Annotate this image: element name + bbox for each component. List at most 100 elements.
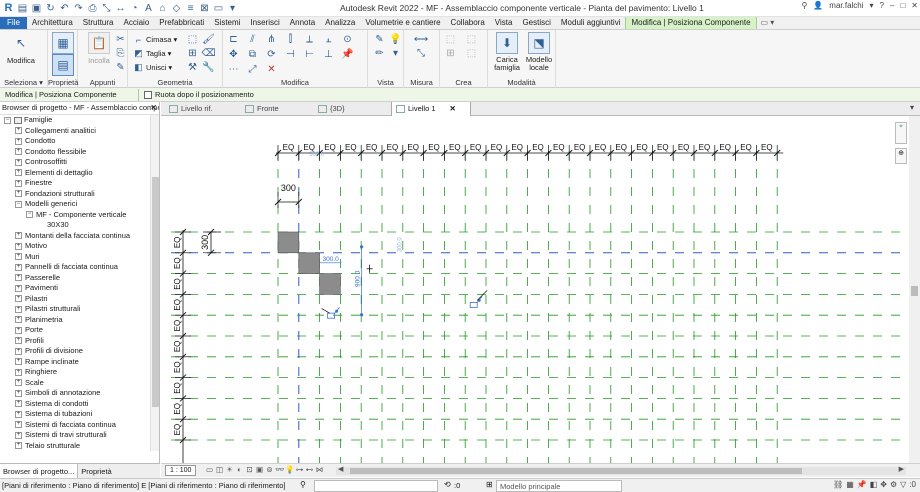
scroll-right-icon[interactable]: ▶ — [899, 465, 904, 473]
align-icon[interactable]: ⊏ — [227, 33, 240, 45]
tag-icon[interactable]: ◔ — [128, 1, 141, 15]
print-icon[interactable]: ⎙ — [86, 1, 99, 15]
tree-item[interactable]: + Profili di divisione — [0, 346, 150, 357]
tree-item[interactable]: + Simboli di annotazione — [0, 388, 150, 399]
tree-item[interactable]: + Sistemi di facciata continua — [0, 420, 150, 431]
tab-inserisci[interactable]: Inserisci — [245, 17, 284, 29]
constraints-icon[interactable]: ⋈ — [315, 465, 324, 475]
properties-palette-button[interactable]: ▤ — [52, 54, 74, 78]
tree-item[interactable]: + Finestre — [0, 178, 150, 189]
expand-icon[interactable]: + — [15, 127, 22, 135]
create-group-icon[interactable]: ⊞ — [444, 47, 457, 59]
tree-item[interactable]: 30X30 — [0, 220, 150, 231]
tab-analizza[interactable]: Analizza — [320, 17, 360, 29]
save-icon[interactable]: ▣ — [30, 1, 43, 15]
tree-item[interactable]: + Sistema di condotti — [0, 399, 150, 410]
mirror-axis-icon[interactable]: ⋔ — [265, 33, 278, 45]
mirror-draw-icon[interactable]: ⫿ — [284, 33, 297, 45]
cart-icon[interactable]: ▾ — [870, 1, 874, 10]
pin-icon[interactable]: 📌 — [341, 48, 354, 60]
tree-item[interactable]: + Sistemi di travi strutturali — [0, 430, 150, 441]
tree-item[interactable]: + Pilastri strutturali — [0, 304, 150, 315]
thin-lines-icon[interactable]: ≡ — [184, 1, 197, 15]
reveal-hidden-icon[interactable]: 💡 — [285, 465, 294, 475]
expand-icon[interactable]: + — [15, 169, 22, 177]
expand-icon[interactable]: + — [15, 347, 22, 355]
expand-icon[interactable]: + — [15, 379, 22, 387]
remove-paint-icon[interactable]: ⌫ — [201, 47, 215, 59]
create-assembly-icon[interactable]: ⬚ — [444, 33, 457, 45]
tab-modifica-posiziona-componente[interactable]: Modifica | Posiziona Componente — [625, 17, 757, 29]
scroll-left-icon[interactable]: ◀ — [338, 465, 343, 473]
tree-item[interactable]: + Sistema di tubazioni — [0, 409, 150, 420]
ribbon-options-icon[interactable]: ▭ ▾ — [757, 17, 779, 29]
tab-sistemi[interactable]: Sistemi — [209, 17, 245, 29]
undo-icon[interactable]: ↶ — [58, 1, 71, 15]
dimension-icon[interactable]: ↔ — [114, 1, 127, 15]
override-graphics-icon[interactable]: ✎ — [373, 33, 386, 45]
view-tab-livello-rif[interactable]: Livello rif. — [165, 102, 239, 116]
tab-acciaio[interactable]: Acciaio — [118, 17, 154, 29]
detail-level-icon[interactable]: ▭ — [205, 465, 214, 475]
design-option-icon[interactable]: ⊞ — [486, 480, 493, 489]
close-icon[interactable]: ✕ — [911, 1, 918, 10]
tree-item[interactable]: − MF - Componente verticale — [0, 210, 150, 221]
cut-geometry-button[interactable]: ◩ Taglia ▾ — [133, 48, 171, 59]
tab-architettura[interactable]: Architettura — [27, 17, 78, 29]
canvas-horizontal-scrollbar[interactable]: ◀ ▶ — [336, 465, 906, 475]
design-option-dropdown[interactable]: Modello principale — [496, 480, 622, 492]
horizontal-scroll-thumb[interactable] — [350, 468, 802, 474]
expand-icon[interactable]: + — [15, 274, 22, 282]
hide-icon[interactable]: 💡 — [389, 33, 402, 45]
expand-icon[interactable]: + — [15, 242, 22, 250]
expand-icon[interactable]: + — [15, 253, 22, 261]
tree-item[interactable]: + Collegamenti analitici — [0, 126, 150, 137]
browser-scrollbar[interactable] — [150, 115, 159, 451]
scale-icon[interactable]: ⤢ — [246, 63, 259, 75]
tree-item[interactable]: + Montanti della facciata continua — [0, 231, 150, 242]
join-button[interactable]: ◧ Unisci ▾ — [133, 62, 172, 73]
demolish-icon[interactable]: ⚒ — [186, 61, 199, 73]
tree-item[interactable]: + Fondazioni strutturali — [0, 189, 150, 200]
close-icon[interactable]: ✕ — [150, 102, 157, 114]
move-icon[interactable]: ✥ — [227, 48, 240, 60]
split-face-icon[interactable]: ⬚ — [186, 33, 199, 45]
checkbox-box[interactable] — [144, 90, 152, 99]
view-tab-livello-1[interactable]: Livello 1 ✕ — [391, 102, 471, 116]
select-links-icon[interactable]: ⛓ — [833, 480, 843, 489]
viewcube-icon[interactable]: ⌖ — [895, 122, 907, 144]
expand-icon[interactable]: + — [15, 158, 22, 166]
measure-icon[interactable]: ⤡ — [100, 1, 113, 15]
measure-between-icon[interactable]: ⟷ — [409, 33, 433, 45]
load-family-button[interactable]: ⬇ Carica famiglia — [491, 32, 523, 72]
tree-item[interactable]: + Elementi di dettaglio — [0, 168, 150, 179]
expand-icon[interactable]: + — [15, 442, 22, 450]
tree-item[interactable]: + Condotto flessibile — [0, 147, 150, 158]
analytical-model-icon[interactable]: ⊶ — [295, 465, 304, 475]
view-tab-3d[interactable]: {3D} — [314, 102, 390, 116]
paint-icon[interactable]: 🖌 — [202, 33, 215, 45]
split-gap-icon[interactable]: ⫠ — [322, 33, 335, 45]
collapse-icon[interactable]: − — [26, 211, 33, 219]
tree-item[interactable]: + Passerelle — [0, 273, 150, 284]
minimize-icon[interactable]: – — [890, 1, 894, 10]
restore-icon[interactable]: □ — [900, 1, 905, 10]
tab-volumetrie[interactable]: Volumetrie e cantiere — [360, 17, 445, 29]
expand-icon[interactable]: + — [15, 284, 22, 292]
vertical-scroll-thumb[interactable] — [911, 286, 918, 296]
tree-item[interactable]: + Motivo — [0, 241, 150, 252]
expand-icon[interactable]: + — [15, 368, 22, 376]
unpin-icon[interactable]: ⊙ — [341, 33, 354, 45]
expand-icon[interactable]: + — [15, 358, 22, 366]
tab-struttura[interactable]: Struttura — [78, 17, 119, 29]
expand-icon[interactable]: + — [15, 190, 22, 198]
split-icon[interactable]: ⟂ — [303, 33, 316, 45]
tree-item[interactable]: + Controsoffitti — [0, 157, 150, 168]
offset-icon[interactable]: ⫽ — [246, 33, 259, 45]
collapse-icon[interactable]: − — [4, 116, 11, 124]
tree-item[interactable]: + Profili — [0, 336, 150, 347]
copy-element-icon[interactable]: ⧉ — [246, 48, 259, 60]
expand-icon[interactable]: + — [15, 137, 22, 145]
array-icon[interactable]: ⋯ — [227, 63, 240, 75]
section-icon[interactable]: ◇ — [170, 1, 183, 15]
